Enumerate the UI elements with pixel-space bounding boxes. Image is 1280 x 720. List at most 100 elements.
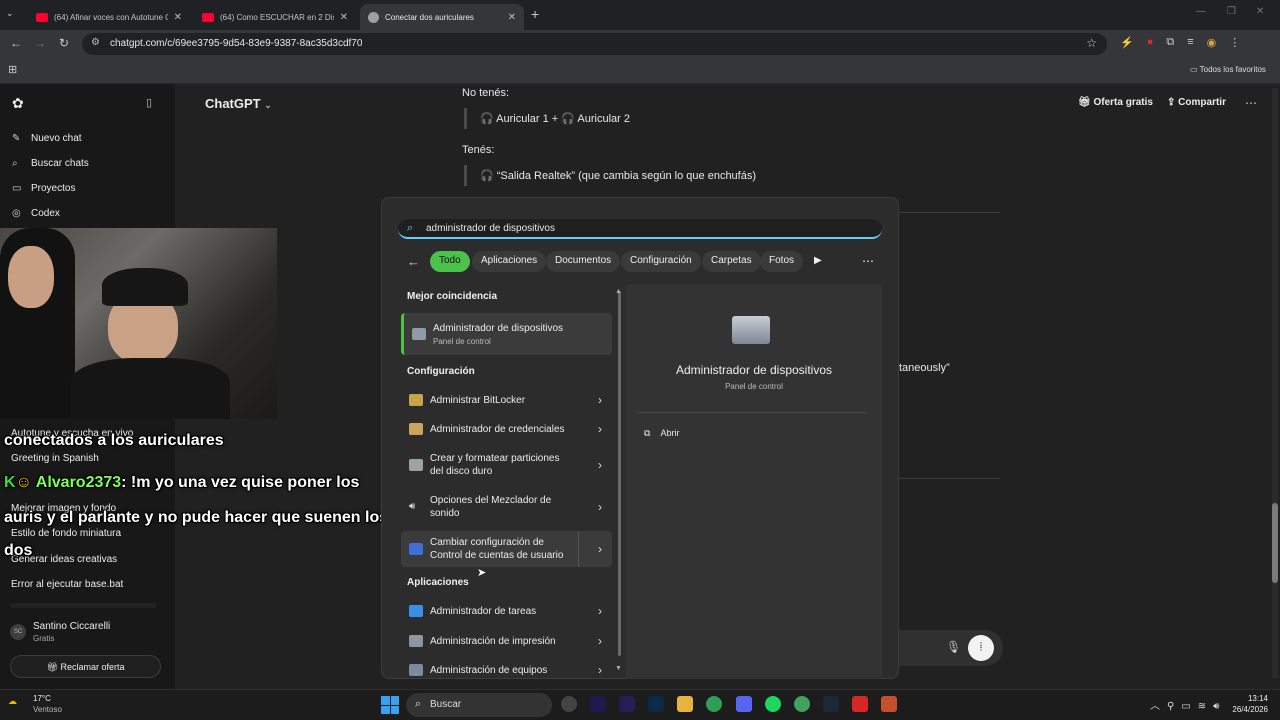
sidebar-item-buscar-chats[interactable]: ⌕ Buscar chats: [12, 158, 89, 169]
model-selector[interactable]: ChatGPT ⌄: [205, 96, 272, 111]
all-bookmarks[interactable]: ▭ Todos los favoritos: [1190, 65, 1266, 74]
back-icon[interactable]: ←: [10, 36, 22, 50]
sidebar-item-nuevo-chat[interactable]: ✎ Nuevo chat: [12, 133, 82, 144]
fl-studio-icon[interactable]: [881, 696, 897, 712]
forward-icon[interactable]: →: [34, 36, 46, 50]
filter-documentos[interactable]: Documentos: [546, 251, 621, 272]
tab-autotune[interactable]: (64) Afinar voces con Autotune Gr ✕: [28, 4, 190, 30]
avatar[interactable]: SC: [10, 624, 26, 640]
back-arrow-icon[interactable]: ←: [407, 254, 420, 269]
taskbar-search[interactable]: ⌕ Buscar: [406, 693, 552, 717]
result-print-management[interactable]: Administración de impresión ›: [401, 631, 612, 651]
history-item[interactable]: Greeting in Spanish: [11, 453, 99, 464]
sidebar-item-proyectos[interactable]: ▭ Proyectos: [12, 183, 75, 194]
result-task-manager[interactable]: Administrador de tareas ›: [401, 601, 612, 621]
tab-como-escuchar[interactable]: (64) Como ESCUCHAR en 2 Dispos ✕: [194, 4, 356, 30]
more-options-icon[interactable]: ⋯: [1245, 96, 1257, 110]
filter-fotos[interactable]: Fotos: [760, 251, 804, 272]
puzzle-icon[interactable]: ⧉: [1166, 36, 1174, 52]
scroll-up-icon[interactable]: ▲: [615, 288, 622, 295]
result-volume-mixer[interactable]: 🔊︎ Opciones del Mezclador de sonido ›: [401, 492, 612, 522]
avatar[interactable]: ◉: [1207, 36, 1217, 52]
share-button[interactable]: ⇪ Compartir: [1167, 97, 1226, 108]
filter-configuracion[interactable]: Configuración: [621, 251, 701, 272]
bookmark-star-icon[interactable]: ☆: [1086, 36, 1097, 50]
tab-conectar-auriculares[interactable]: Conectar dos auriculares ✕: [360, 4, 524, 30]
result-device-manager[interactable]: Administrador de dispositivos Panel de c…: [401, 313, 612, 355]
search-input[interactable]: ⌕ administrador de dispositivos: [398, 219, 882, 239]
sidebar-item-codex[interactable]: ◎ Codex: [12, 208, 60, 219]
openai-logo-icon[interactable]: ✿: [12, 95, 24, 112]
more-filters-icon[interactable]: ▶: [814, 255, 822, 266]
filter-carpetas[interactable]: Carpetas: [702, 251, 761, 272]
user-name[interactable]: Santino Ciccarelli: [33, 621, 110, 632]
filter-todo[interactable]: Todo: [430, 251, 470, 272]
maximize-icon[interactable]: ❐: [1227, 6, 1236, 17]
scrollbar[interactable]: [1272, 88, 1278, 678]
obs-icon[interactable]: [561, 696, 577, 712]
microphone-icon[interactable]: ⚲: [1167, 701, 1181, 712]
result-bitlocker[interactable]: Administrar BitLocker ›: [401, 390, 612, 410]
new-tab-icon[interactable]: +: [531, 6, 539, 22]
close-tab-icon[interactable]: ✕: [508, 12, 516, 23]
chevron-right-icon: ›: [598, 458, 602, 472]
more-options-icon[interactable]: ⋯: [862, 254, 874, 268]
result-uac-settings[interactable]: Cambiar configuración de Control de cuen…: [401, 531, 612, 567]
voice-mode-icon[interactable]: ⦙: [968, 635, 994, 661]
open-action[interactable]: ⧉ Abrir: [644, 428, 679, 439]
extension-icon[interactable]: ●: [1147, 36, 1154, 52]
steam-icon[interactable]: [823, 696, 839, 712]
composer[interactable]: 🎙︎ ⦙: [899, 630, 1003, 666]
extension-icon[interactable]: ⚡: [1120, 36, 1134, 52]
photoshop-icon[interactable]: [648, 696, 664, 712]
tray-chevron-icon[interactable]: ︿: [1150, 701, 1167, 712]
scroll-down-icon[interactable]: ▼: [615, 665, 622, 672]
start-button[interactable]: [381, 696, 399, 714]
site-info-icon[interactable]: ⚙: [91, 37, 100, 48]
address-bar[interactable]: ⚙ chatgpt.com/c/69ee3795-9d54-83e9-9387-…: [82, 33, 1107, 55]
menu-icon[interactable]: ⋮: [1229, 36, 1240, 52]
clock-date[interactable]: 26/4/2026: [1218, 705, 1268, 714]
device-manager-icon: [732, 316, 770, 344]
app-icon[interactable]: [852, 696, 868, 712]
emoji-icon: ☺: [15, 474, 32, 491]
minimize-icon[interactable]: —: [1196, 6, 1206, 17]
close-tab-icon[interactable]: ✕: [340, 12, 348, 23]
tab-search-chevron-icon[interactable]: ⌄: [6, 8, 14, 19]
result-disk-partitions[interactable]: Crear y formatear particiones del disco …: [401, 450, 612, 480]
result-computer-management[interactable]: Administración de equipos ›: [401, 660, 612, 680]
apps-grid-icon[interactable]: ⊞: [8, 63, 17, 76]
chrome-profile-icon[interactable]: [794, 696, 810, 712]
media-icon[interactable]: ≡: [1187, 36, 1193, 52]
result-title: Administrar BitLocker: [430, 394, 526, 406]
microphone-icon[interactable]: 🎙︎: [946, 640, 961, 654]
clock-time[interactable]: 13:14: [1228, 694, 1268, 703]
weather-temp[interactable]: 17°C: [33, 694, 51, 703]
results-scrollbar[interactable]: [618, 291, 621, 656]
chat-quote: 🎧 Auricular 1 + 🎧 Auricular 2: [464, 108, 630, 129]
system-tray[interactable]: ︿⚲▭≋🔊︎: [1150, 697, 1226, 712]
reload-icon[interactable]: ↻: [59, 36, 69, 50]
sidebar-toggle-icon[interactable]: ▯: [146, 96, 152, 109]
display-icon[interactable]: ▭: [1181, 701, 1197, 712]
premiere-icon[interactable]: [619, 696, 635, 712]
result-credential-manager[interactable]: Administrador de credenciales ›: [401, 419, 612, 439]
search-icon: ⌕: [407, 222, 414, 234]
history-item[interactable]: Error al ejecutar base.bat: [11, 579, 123, 590]
wifi-icon[interactable]: ≋: [1198, 701, 1213, 712]
close-window-icon[interactable]: ✕: [1256, 6, 1264, 17]
history-item[interactable]: Estilo de fondo miniatura: [11, 528, 121, 539]
result-title: Administrador de tareas: [430, 605, 537, 617]
result-title: Administración de impresión: [430, 635, 556, 647]
claim-offer-button[interactable]: 🎁︎ Reclamar oferta: [10, 655, 161, 678]
spotify-icon[interactable]: [765, 696, 781, 712]
file-explorer-icon[interactable]: [677, 696, 693, 712]
discord-icon[interactable]: [736, 696, 752, 712]
result-title-line: Crear y formatear particiones: [430, 453, 560, 464]
scrollbar-thumb[interactable]: [1272, 503, 1278, 583]
chrome-icon[interactable]: [706, 696, 722, 712]
filter-aplicaciones[interactable]: Aplicaciones: [472, 251, 547, 272]
after-effects-icon[interactable]: [590, 696, 606, 712]
offer-button[interactable]: 🎁︎ Oferta gratis: [1078, 97, 1153, 108]
close-tab-icon[interactable]: ✕: [174, 12, 182, 23]
